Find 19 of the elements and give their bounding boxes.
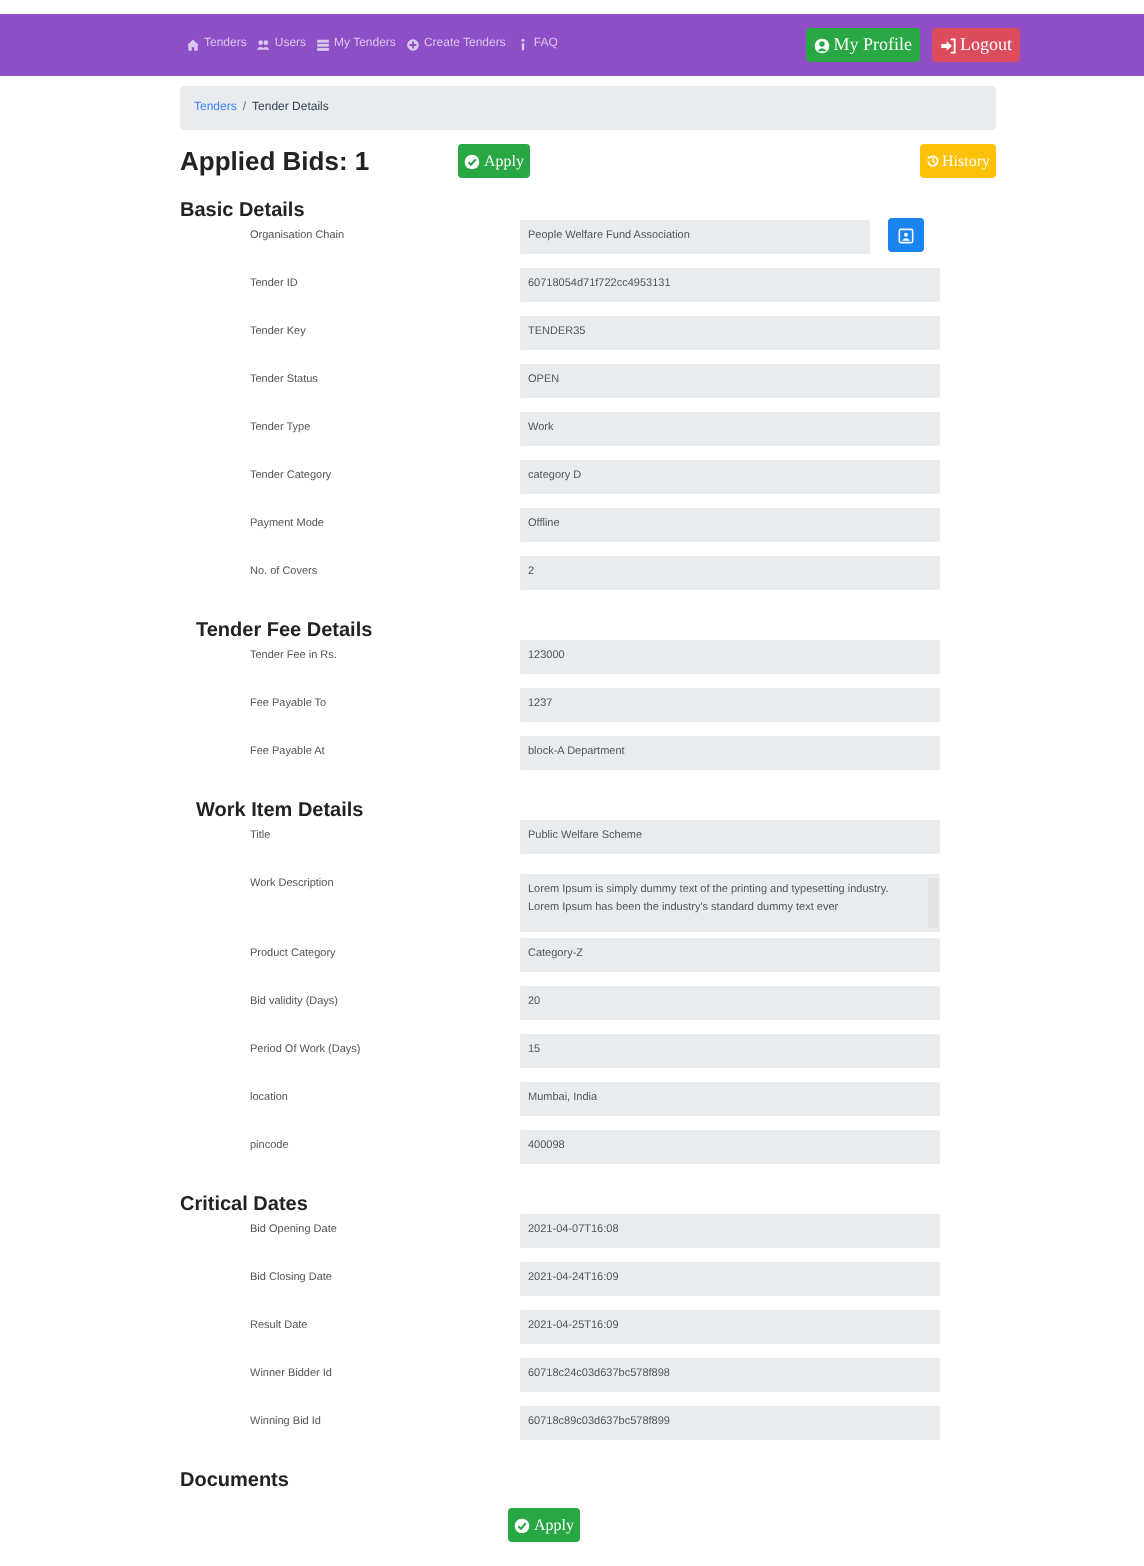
section-heading: Tender Fee Details: [194, 618, 375, 646]
list-icon: [316, 38, 331, 52]
user-circle-icon: [813, 37, 830, 53]
home-icon: [186, 38, 200, 52]
section-heading: Work Item Details: [194, 798, 366, 826]
address-card-icon: [898, 227, 914, 243]
logout-button[interactable]: Logout: [932, 28, 1020, 62]
history-icon: [926, 154, 940, 168]
section-heading: Critical Dates: [180, 1192, 310, 1220]
org-picker-button[interactable]: [888, 218, 924, 252]
plus-circle-icon: [405, 38, 420, 52]
check-circle-icon: [464, 153, 480, 169]
section-heading: Basic Details: [180, 198, 307, 226]
scrollbar[interactable]: [928, 878, 938, 928]
check-circle-icon: [514, 1517, 530, 1533]
sign-in-icon: [940, 37, 956, 53]
users-icon: [256, 38, 271, 52]
page-heading: Applied Bids: 1: [180, 143, 372, 180]
section-heading: Documents: [180, 1468, 291, 1496]
